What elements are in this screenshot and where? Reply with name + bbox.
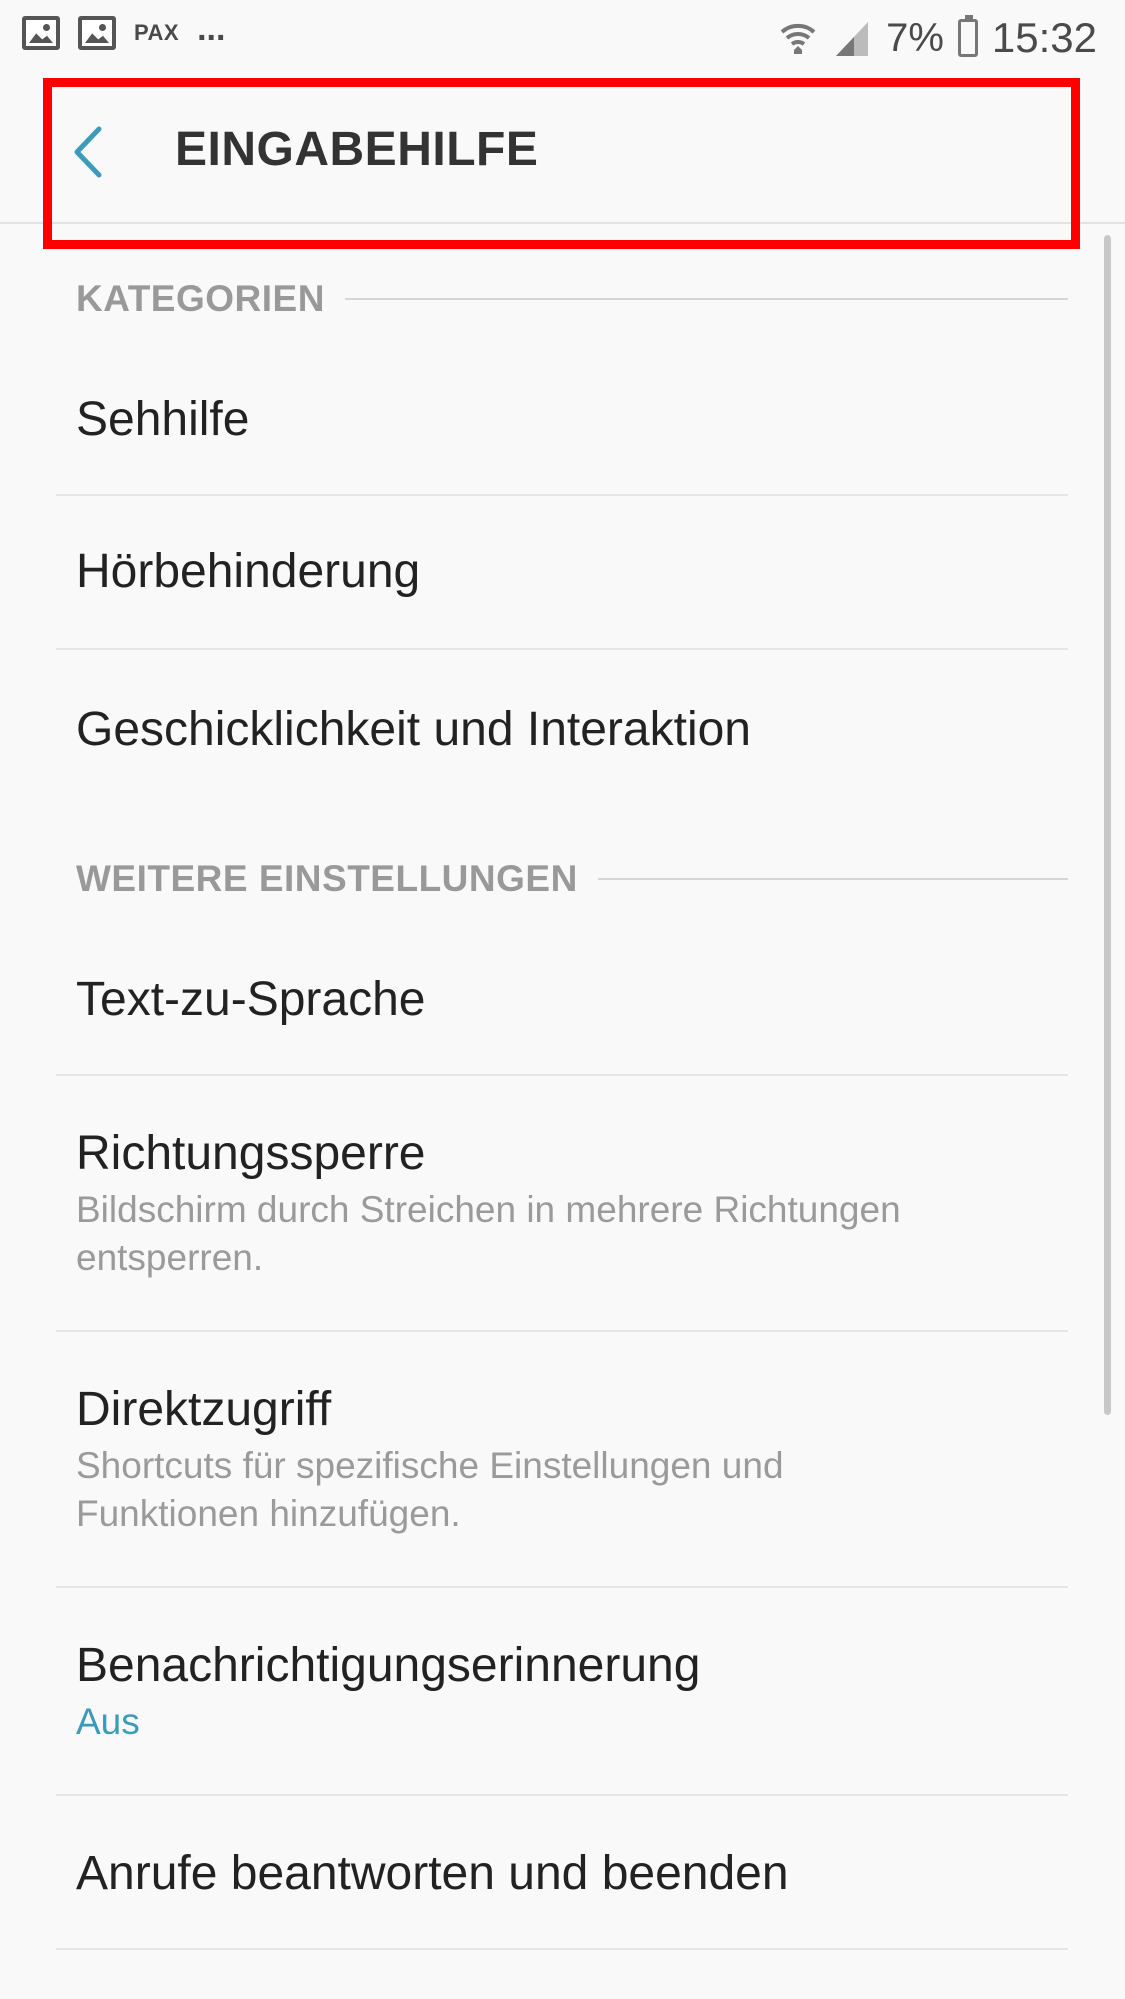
status-bar-right: 7% 15:32 bbox=[778, 14, 1097, 62]
scrollbar[interactable] bbox=[1104, 235, 1111, 1415]
list-item-anrufe-beantworten[interactable]: Anrufe beantworten und beenden bbox=[56, 1796, 1068, 1950]
list-item-direktzugriff[interactable]: Direktzugriff Shortcuts für spezifische … bbox=[56, 1332, 1068, 1588]
app-header: EINGABEHILFE bbox=[0, 78, 1125, 224]
page-title: EINGABEHILFE bbox=[175, 123, 539, 176]
clock: 15:32 bbox=[991, 14, 1097, 61]
list-item-title: Richtungssperre bbox=[76, 1127, 426, 1180]
signal-icon bbox=[836, 22, 869, 56]
list-item-title: Hörbehinderung bbox=[76, 545, 421, 598]
wifi-icon bbox=[780, 23, 816, 54]
list-item-title: Geschicklichkeit und Interaktion bbox=[76, 703, 751, 756]
section-header-kategorien: KATEGORIEN bbox=[76, 278, 1068, 320]
image-icon bbox=[78, 16, 116, 50]
list-item-subtitle: Bildschirm durch Streichen in mehrere Ri… bbox=[76, 1189, 901, 1278]
list-item-title: Benachrichtigungserinnerung bbox=[76, 1639, 701, 1692]
battery-percent: 7% bbox=[886, 15, 944, 60]
battery-icon bbox=[957, 15, 978, 57]
status-bar: PAX ... 7% 15:32 bbox=[0, 0, 1125, 78]
image-icon bbox=[22, 16, 60, 50]
more-notifications-indicator: ... bbox=[197, 10, 226, 48]
section-label: KATEGORIEN bbox=[76, 278, 325, 319]
section-label: WEITERE EINSTELLUNGEN bbox=[76, 858, 578, 899]
carrier-label: PAX bbox=[134, 20, 180, 45]
list-item-text-zu-sprache[interactable]: Text-zu-Sprache bbox=[56, 940, 1068, 1076]
list-item-subtitle: Shortcuts für spezifische Einstellungen … bbox=[76, 1445, 784, 1534]
section-header-weitere-einstellungen: WEITERE EINSTELLUNGEN bbox=[76, 858, 1068, 900]
status-bar-left: PAX ... bbox=[22, 10, 226, 50]
list-item-richtungssperre[interactable]: Richtungssperre Bildschirm durch Streich… bbox=[56, 1076, 1068, 1332]
chevron-left-icon bbox=[74, 126, 102, 178]
back-button[interactable] bbox=[58, 108, 118, 196]
list-item-status: Aus bbox=[76, 1701, 140, 1742]
list-item-title: Text-zu-Sprache bbox=[76, 973, 426, 1026]
list-item-title: Anrufe beantworten und beenden bbox=[76, 1847, 789, 1900]
list-item-sehhilfe[interactable]: Sehhilfe bbox=[56, 356, 1068, 496]
list-item-title: Direktzugriff bbox=[76, 1383, 332, 1436]
list-item-hoerbehinderung[interactable]: Hörbehinderung bbox=[56, 496, 1068, 650]
list-item-benachrichtigungserinnerung[interactable]: Benachrichtigungserinnerung Aus bbox=[56, 1588, 1068, 1796]
list-item-title: Sehhilfe bbox=[76, 393, 250, 446]
section-divider bbox=[597, 878, 1068, 880]
list-item-geschicklichkeit[interactable]: Geschicklichkeit und Interaktion bbox=[56, 650, 1068, 790]
section-divider bbox=[344, 298, 1068, 300]
